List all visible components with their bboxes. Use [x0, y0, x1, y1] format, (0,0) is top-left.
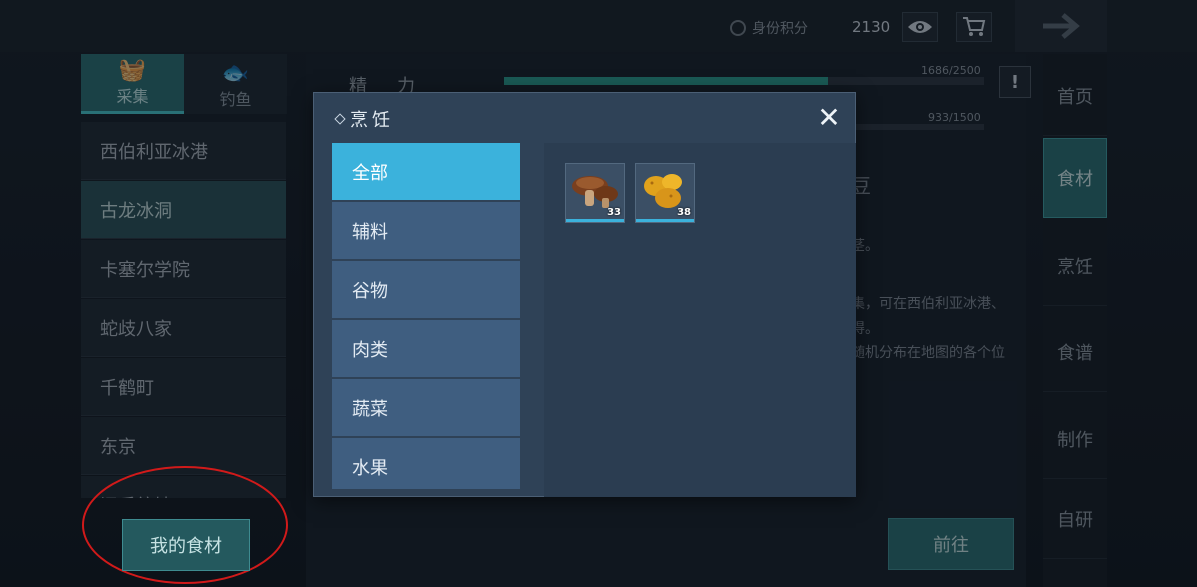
- category-seasoning[interactable]: 辅料: [332, 202, 520, 259]
- item-slot-potato[interactable]: 38: [635, 163, 695, 223]
- category-grain[interactable]: 谷物: [332, 261, 520, 318]
- diamond-icon: [334, 113, 346, 125]
- item-grid: 33 38: [544, 143, 856, 497]
- mushroom-icon: [572, 176, 618, 208]
- category-list: 全部 辅料 谷物 肉类 蔬菜 水果: [332, 143, 520, 489]
- category-fruit[interactable]: 水果: [332, 438, 520, 489]
- cooking-modal: 烹饪 ✕ 全部 辅料 谷物 肉类 蔬菜 水果 33 38: [313, 92, 856, 497]
- quality-bar: [566, 219, 624, 222]
- category-meat[interactable]: 肉类: [332, 320, 520, 377]
- potato-icon: [644, 174, 682, 208]
- category-vegetable[interactable]: 蔬菜: [332, 379, 520, 436]
- item-quantity: 38: [677, 207, 691, 218]
- item-quantity: 33: [607, 207, 621, 218]
- modal-title: 烹饪: [350, 110, 394, 131]
- close-icon[interactable]: ✕: [817, 104, 841, 132]
- item-slot-mushroom[interactable]: 33: [565, 163, 625, 223]
- my-ingredients-button-highlight[interactable]: 我的食材: [122, 519, 250, 571]
- modal-header: 烹饪: [314, 93, 855, 145]
- category-all[interactable]: 全部: [332, 143, 520, 200]
- quality-bar: [636, 219, 694, 222]
